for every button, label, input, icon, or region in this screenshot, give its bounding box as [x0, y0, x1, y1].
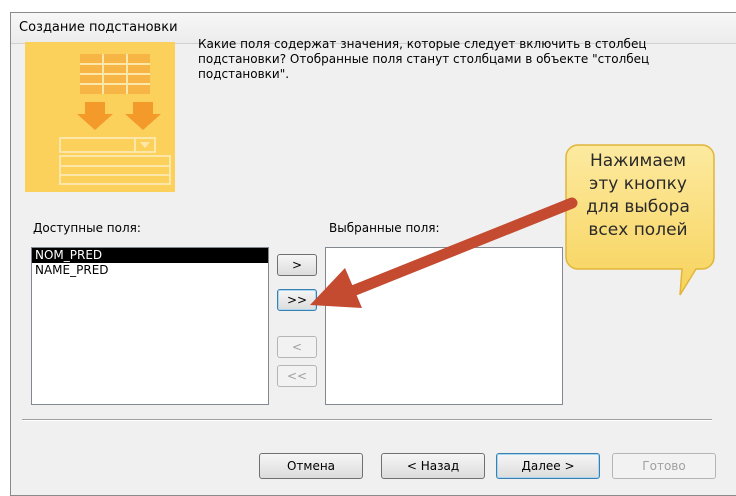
callout-line: для выбора	[586, 197, 690, 217]
pointer-arrow-shaft	[344, 197, 578, 298]
annotation-overlay	[310, 144, 715, 308]
callout-text: Нажимаем эту кнопку для выбора всех поле…	[568, 150, 708, 242]
callout-line: эту кнопку	[589, 174, 687, 194]
callout-line: всех полей	[588, 220, 688, 240]
callout-line: Нажимаем	[589, 151, 687, 171]
